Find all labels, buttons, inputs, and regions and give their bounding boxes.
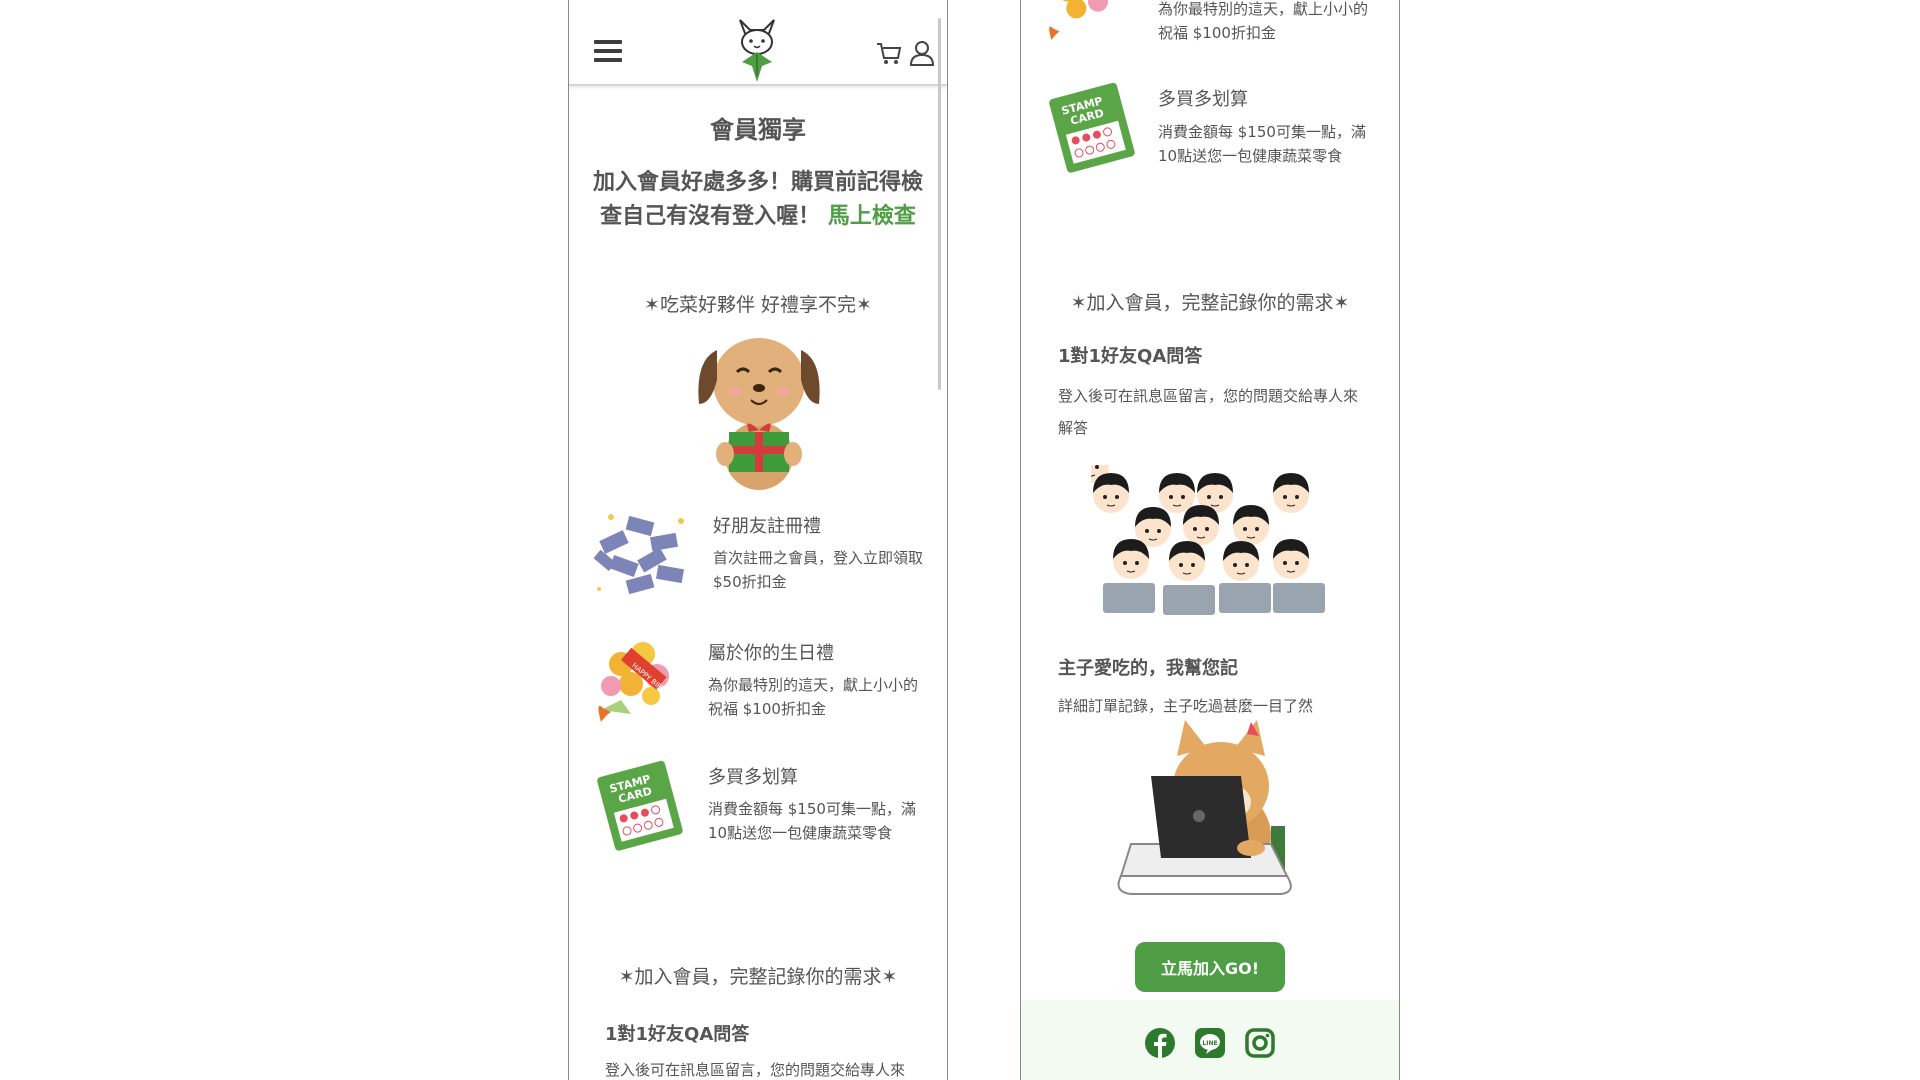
perk-title: 屬於你的生日禮 <box>708 643 834 664</box>
scrollbar[interactable] <box>938 18 941 390</box>
qa-desc: 登入後可在訊息區留言，您的問題交給專人來解答 <box>605 1061 906 1079</box>
hamburger-icon[interactable] <box>594 40 622 64</box>
support-team-image <box>1091 465 1325 615</box>
qa-title: 1對1好友QA問答 <box>1058 346 1203 367</box>
user-icon[interactable] <box>909 40 935 66</box>
instagram-icon[interactable] <box>1245 1028 1275 1058</box>
perk-title: 好朋友註冊禮 <box>713 516 821 537</box>
site-header <box>569 0 947 86</box>
page-title: 會員獨享 <box>710 116 806 144</box>
shiba-laptop-image <box>1117 720 1292 895</box>
records-heading: ✶加入會員，完整記錄你的需求✶ <box>618 966 898 988</box>
mobile-page-right: 為你最特別的這天，獻上小小的祝福 $100折扣金 STAMP CARD 多買多划… <box>1020 0 1400 1080</box>
facebook-icon[interactable] <box>1145 1028 1175 1058</box>
svg-text:LINE: LINE <box>1202 1040 1217 1047</box>
perk-desc: 為你最特別的這天，獻上小小的祝福 $100折扣金 <box>1158 0 1369 42</box>
birthday-bouquet-icon: HAPPY BIRTHDAY <box>598 642 681 722</box>
social-footer: LINE <box>1021 1000 1399 1080</box>
birthday-bouquet-icon <box>1049 0 1108 40</box>
dog-with-gift-image <box>698 338 820 490</box>
qa-desc: 登入後可在訊息區留言，您的問題交給專人來解答 <box>1058 387 1359 437</box>
stamp-card-icon: STAMP CARD <box>597 760 683 851</box>
intro-text: 加入會員好處多多！購買前記得檢查自己有沒有登入喔！ 馬上檢查 <box>592 170 923 229</box>
records-heading: ✶加入會員，完整記錄你的需求✶ <box>1070 292 1350 314</box>
perk-desc: 為你最特別的這天，獻上小小的祝福 $100折扣金 <box>708 676 919 718</box>
perk-desc: 首次註冊之會員，登入立即領取 $50折扣金 <box>713 549 924 591</box>
coupons-icon <box>593 514 685 595</box>
qa-title: 1對1好友QA問答 <box>605 1024 750 1045</box>
line-icon[interactable]: LINE <box>1195 1028 1225 1058</box>
perk-desc: 消費金額每 $150可集一點，滿10點送您一包健康蔬菜零食 <box>708 800 916 842</box>
join-now-button[interactable]: 立馬加入GO! <box>1135 942 1285 992</box>
order-title: 主子愛吃的，我幫您記 <box>1058 658 1238 679</box>
stamp-card-icon: STAMP CARD <box>1049 82 1135 173</box>
mobile-page-left: 會員獨享 加入會員好處多多！購買前記得檢查自己有沒有登入喔！ 馬上檢查 ✶吃菜好… <box>568 0 948 1080</box>
perk-title: 多買多划算 <box>708 767 798 788</box>
order-desc: 詳細訂單記錄，主子吃過甚麼一目了然 <box>1058 697 1314 715</box>
cart-icon[interactable] <box>876 42 902 66</box>
perks-heading: ✶吃菜好夥伴 好禮享不完✶ <box>644 294 872 316</box>
check-login-link[interactable]: 馬上檢查 <box>828 204 916 229</box>
perk-desc: 消費金額每 $150可集一點，滿10點送您一包健康蔬菜零食 <box>1158 123 1366 165</box>
cat-logo[interactable] <box>732 16 782 82</box>
perk-title: 多買多划算 <box>1158 89 1248 110</box>
